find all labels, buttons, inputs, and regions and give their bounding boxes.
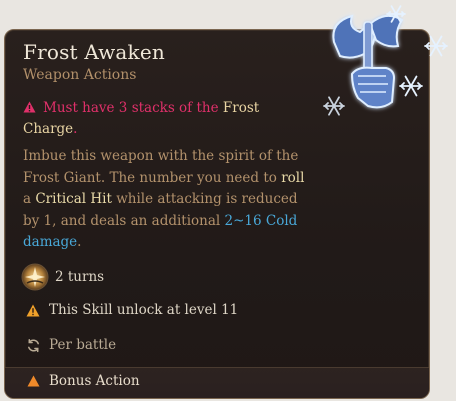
bonus-action-triangle-icon [23, 375, 43, 387]
description-text: Imbue this weapon with the spirit of the… [23, 148, 299, 186]
unlock-text: This Skill unlock at level 11 [49, 302, 239, 318]
warning-triangle-icon [23, 99, 37, 119]
action-type-text: Bonus Action [49, 373, 140, 389]
recharge-row: Per battle [23, 337, 323, 353]
keyword-critical-hit: Critical Hit [35, 191, 112, 207]
description-text: a [23, 191, 36, 207]
refresh-cycle-icon [23, 338, 43, 353]
skill-description: Imbue this weapon with the spirit of the… [23, 146, 305, 254]
skill-title: Frost Awaken [23, 40, 165, 64]
unlock-row: This Skill unlock at level 11 [23, 302, 323, 318]
requirement-suffix: . [73, 121, 78, 137]
action-type-row: Bonus Action [23, 373, 323, 389]
requirement-line: Must have 3 stacks of the Frost Charge. [23, 98, 273, 139]
frost-axe-fist-icon [312, 2, 456, 122]
description-text: . [77, 234, 82, 250]
requirement-prefix: Must have 3 stacks of the [43, 100, 223, 116]
turns-duration-icon [19, 263, 51, 291]
skill-category: Weapon Actions [23, 67, 137, 83]
keyword-roll: roll [281, 169, 305, 186]
recharge-text: Per battle [49, 337, 117, 353]
warning-triangle-icon [23, 304, 43, 317]
duration-text: 2 turns [55, 269, 105, 285]
duration-row: 2 turns [21, 263, 323, 291]
